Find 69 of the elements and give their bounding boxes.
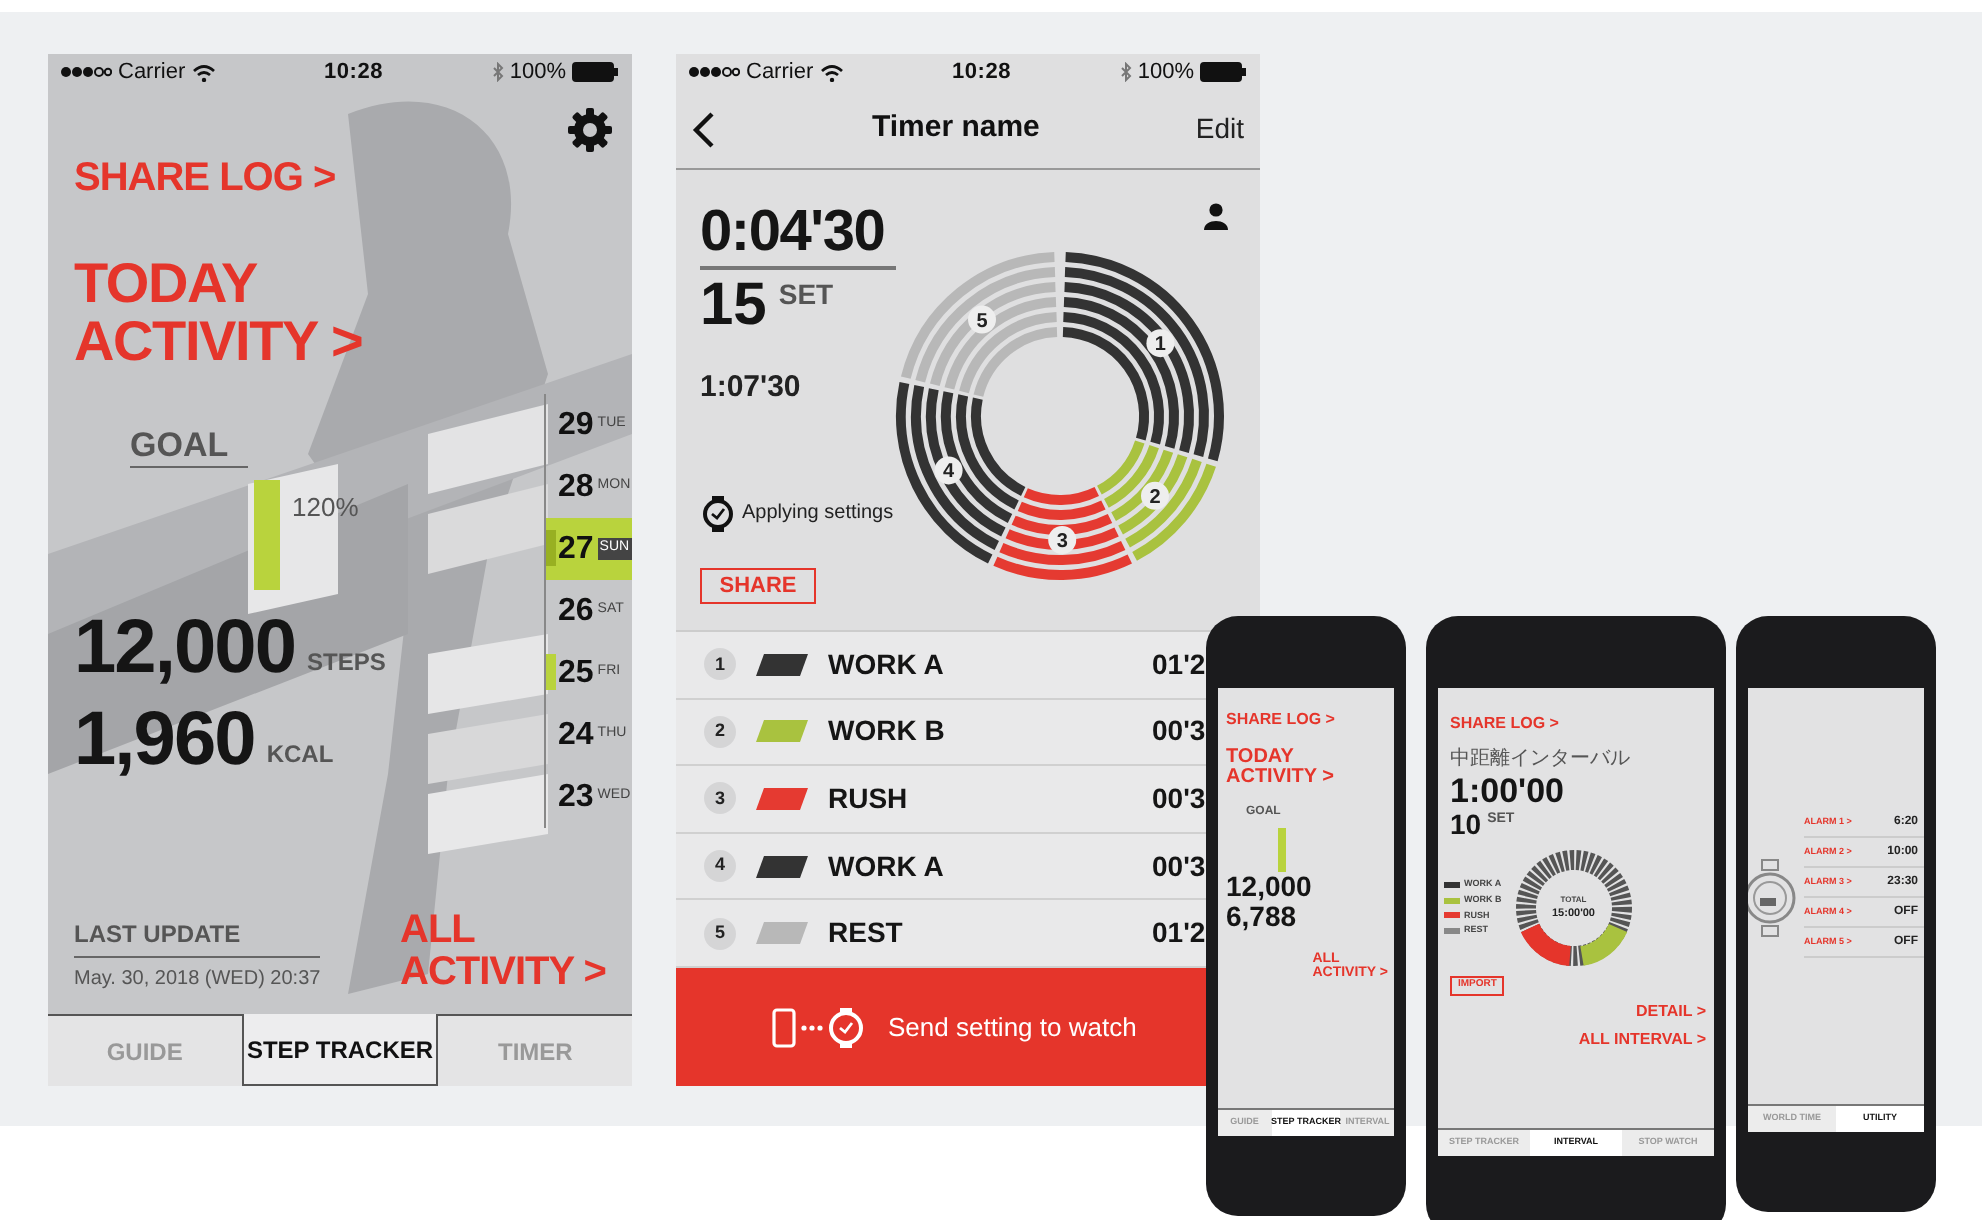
- person-icon: [1202, 202, 1230, 230]
- interval-name: WORK A: [828, 847, 946, 886]
- watch-icon: [700, 495, 736, 531]
- tab[interactable]: STEP TRACKER: [241, 1014, 439, 1086]
- interval-name: WORK A: [828, 645, 946, 684]
- interval-row[interactable]: 4 WORK A 00'3: [676, 833, 1206, 901]
- stat-unit: STEPS: [307, 646, 386, 680]
- edit-button[interactable]: Edit: [1195, 108, 1244, 150]
- last-update-date: May. 30, 2018 (WED) 20:37: [74, 966, 321, 994]
- row-number: 3: [704, 782, 736, 815]
- interval-duration: 00'3: [1152, 712, 1206, 751]
- total-time: 1:07'30: [700, 368, 803, 408]
- stat-value: 12,000: [1226, 872, 1312, 902]
- interval-time: 1:00'00: [1450, 774, 1564, 810]
- battery-icon: [572, 62, 620, 82]
- battery-percent: 100%: [1137, 57, 1194, 88]
- ring-chart-drawing: [1513, 848, 1634, 968]
- goal-label: GOAL: [130, 426, 249, 468]
- interval-duration: 00'3: [1152, 779, 1206, 818]
- interval-row[interactable]: 1 WORK A 01'2: [676, 632, 1206, 700]
- clock-time: 10:28: [323, 57, 383, 88]
- send-to-watch-button[interactable]: Send setting to watch: [676, 968, 1206, 1086]
- set-count: 15: [700, 274, 767, 338]
- interval-row[interactable]: 2 WORK B 00'3: [676, 699, 1206, 767]
- segment-number: 2: [1141, 481, 1169, 510]
- sync-status: Applying settings: [742, 500, 894, 528]
- row-number: 1: [704, 648, 736, 681]
- segment-number: 1: [1146, 329, 1175, 358]
- signal-icon: [60, 66, 112, 78]
- row-number: 4: [704, 850, 736, 883]
- interval-time: 0:04'30: [700, 202, 896, 270]
- row-number: 2: [704, 715, 736, 748]
- set-unit: SET: [778, 276, 834, 314]
- stat-value: 6,788: [1226, 902, 1297, 932]
- goal-percent: 120%: [292, 490, 359, 526]
- battery-icon: [1200, 62, 1248, 82]
- interval-duration: 01'2: [1152, 645, 1206, 684]
- phone-to-watch-icon: [772, 1005, 868, 1049]
- segment-number: 4: [934, 456, 963, 485]
- interval-name: WORK B: [828, 712, 947, 751]
- segment-number: 3: [1048, 526, 1077, 554]
- row-number: 5: [704, 917, 736, 950]
- wifi-icon: [819, 63, 844, 81]
- goal-bar: [254, 480, 280, 590]
- battery-percent: 100%: [509, 57, 566, 88]
- interval-name: RUSH: [828, 779, 910, 818]
- signal-icon: [688, 66, 740, 78]
- interval-duration: 00'3: [1152, 847, 1206, 886]
- wifi-icon: [191, 63, 216, 81]
- set-count: 10: [1450, 810, 1482, 840]
- interval-name: REST: [828, 914, 905, 953]
- bluetooth-icon: [491, 62, 504, 82]
- bluetooth-icon: [1119, 62, 1132, 82]
- watch-drawing: [1748, 856, 1798, 940]
- interval-row[interactable]: 3 RUSH 00'3: [676, 766, 1206, 834]
- back-icon[interactable]: [692, 109, 716, 149]
- goal-bar: [1278, 828, 1286, 872]
- interval-name: 中距離インターバル: [1450, 745, 1630, 774]
- carrier-name: Carrier: [746, 57, 814, 88]
- stat-value: 12,000: [74, 610, 296, 686]
- stat-value: 1,960: [74, 702, 255, 778]
- segment-number: 5: [968, 305, 996, 334]
- interval-duration: 01'2: [1152, 914, 1206, 953]
- settings-icon[interactable]: [566, 106, 614, 154]
- stat-unit: KCAL: [266, 738, 334, 772]
- clock-time: 10:28: [951, 57, 1011, 88]
- screen-title: Timer name: [871, 108, 1040, 149]
- carrier-name: Carrier: [118, 57, 186, 88]
- last-update-label: LAST UPDATE: [74, 916, 321, 958]
